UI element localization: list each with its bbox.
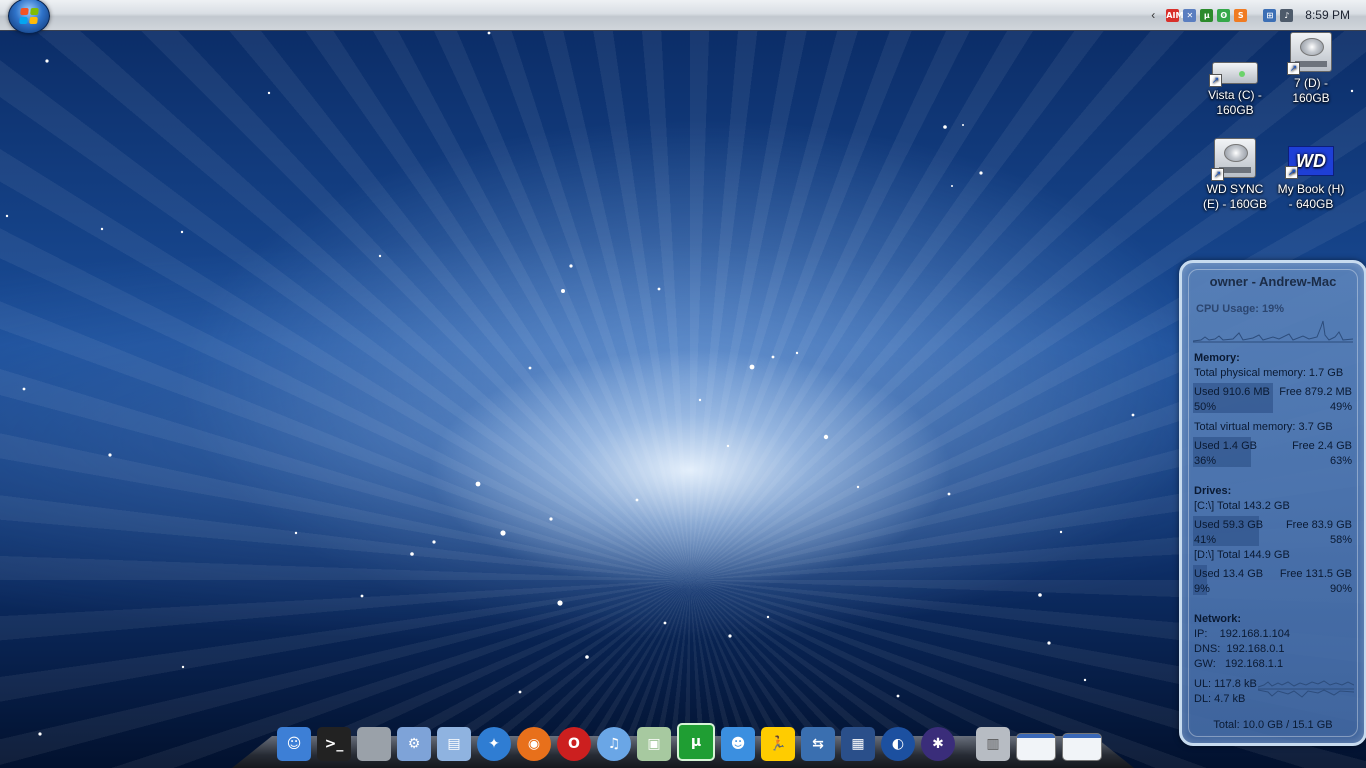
preferences-icon[interactable]: ⚙ <box>397 727 431 761</box>
cpu-usage-label: CPU Usage: 19% <box>1196 303 1285 315</box>
cpu-graph <box>1193 320 1353 343</box>
drive-c-total: [C:\] Total 143.2 GB <box>1194 500 1290 512</box>
desktop-icon-my-book-h[interactable]: WD ↗ My Book (H) - 640GB <box>1275 138 1347 212</box>
clock[interactable]: 8:59 PM <box>1305 8 1350 22</box>
image-viewer-icon[interactable]: ▦ <box>841 727 875 761</box>
physical-used-percent: 50% <box>1194 401 1217 413</box>
folder-icon[interactable]: ▤ <box>437 727 471 761</box>
network-icon[interactable]: ⊞ <box>1263 8 1277 22</box>
drive-d-total: [D:\] Total 144.9 GB <box>1194 549 1290 561</box>
finder-icon[interactable]: ☺ <box>277 727 311 761</box>
ipod-icon[interactable]: ▣ <box>637 727 671 761</box>
virtual-used-percent: 36% <box>1194 455 1217 467</box>
green-app-icon[interactable]: ʘ <box>1217 8 1231 22</box>
network-dns: DNS: 192.168.0.1 <box>1194 643 1285 655</box>
google-earth-icon[interactable]: ◐ <box>881 727 915 761</box>
drive-d-free: Free 131.5 GB <box>1279 568 1352 580</box>
drive-d-free-percent: 90% <box>1329 583 1352 595</box>
start-button[interactable] <box>8 0 50 34</box>
window-thumb-1-icon[interactable] <box>1016 733 1056 761</box>
dock: ☺ >_ ⚙ ▤ ✦ ◉ O ♫ ▣ µ ☻ 🏃 ⇆ ▦ ◐ ✱ ▥ <box>232 718 1134 768</box>
desktop-icon-label: 7 (D) - 160GB <box>1292 76 1330 105</box>
itunes-icon[interactable]: ♫ <box>597 727 631 761</box>
terminal-icon[interactable]: >_ <box>317 727 351 761</box>
desktop-icon-vista-c[interactable]: ↗ Vista (C) - 160GB <box>1199 46 1271 118</box>
total-physical-memory: Total physical memory: 1.7 GB <box>1194 367 1344 379</box>
trash-icon[interactable]: ▥ <box>976 727 1010 761</box>
bittorrent-icon[interactable]: µ <box>1200 8 1214 22</box>
network-gateway: GW: 192.168.1.1 <box>1194 658 1284 670</box>
desktop-icon-label: WD SYNC (E) - 160GB <box>1202 182 1268 211</box>
messenger-icon[interactable]: ☻ <box>721 727 755 761</box>
taskbar: ‹ AIM ✕ µ ʘ S ⊞ ♪ 8:59 PM <box>0 0 1366 34</box>
hard-drive-icon: ↗ <box>1287 32 1332 75</box>
drive-c-free: Free 83.9 GB <box>1285 519 1352 531</box>
dock-icons: ☺ >_ ⚙ ▤ ✦ ◉ O ♫ ▣ µ ☻ 🏃 ⇆ ▦ ◐ ✱ ▥ <box>274 721 1105 761</box>
network-download: DL: 4.7 kB <box>1194 693 1246 705</box>
firefox-icon[interactable]: ◉ <box>517 727 551 761</box>
orange-app-icon[interactable]: S <box>1234 8 1248 22</box>
hard-drive-icon: ↗ <box>1209 62 1258 87</box>
utorrent-icon[interactable]: µ <box>677 723 715 761</box>
show-hidden-icons-chevron-icon[interactable]: ‹ <box>1146 8 1160 22</box>
system-monitor-gadget[interactable]: owner - Andrew-Mac CPU Usage: 19% Memory… <box>1179 260 1366 746</box>
desktop-icon-label: Vista (C) - 160GB <box>1208 88 1262 117</box>
gimp-icon[interactable]: ✱ <box>921 727 955 761</box>
opera-icon[interactable]: O <box>557 727 591 761</box>
virtual-free: Free 2.4 GB <box>1292 440 1352 452</box>
hard-drive-icon: ↗ <box>1211 138 1256 181</box>
gadget-total: Total: 10.0 GB / 15.1 GB <box>1213 719 1333 731</box>
aim-icon[interactable]: AIM <box>1166 8 1183 22</box>
wallpaper-rays <box>0 0 1366 768</box>
windows-flag-icon <box>19 8 39 24</box>
drive-d-used: Used 13.4 GB <box>1194 568 1264 580</box>
desktop-icon-label: My Book (H) - 640GB <box>1277 182 1345 211</box>
physical-free-percent: 49% <box>1329 401 1352 413</box>
wallpaper-stars <box>5 31 1354 736</box>
window-thumb-2-icon[interactable] <box>1062 733 1102 761</box>
desktop-icon-wd-sync-e[interactable]: ↗ WD SYNC (E) - 160GB <box>1199 138 1271 212</box>
volume-icon[interactable]: ♪ <box>1280 8 1294 22</box>
network-graph <box>1258 680 1354 698</box>
apple-icon[interactable] <box>357 727 391 761</box>
gadget-title: owner - Andrew-Mac <box>1209 274 1337 289</box>
network-upload: UL: 117.8 kB <box>1194 678 1257 690</box>
virtual-free-percent: 63% <box>1329 455 1352 467</box>
wd-logo-icon: WD ↗ <box>1285 146 1334 179</box>
drives-heading: Drives: <box>1194 485 1232 497</box>
physical-free: Free 879.2 MB <box>1279 386 1352 398</box>
network-heading: Network: <box>1194 613 1242 625</box>
memory-heading: Memory: <box>1194 352 1240 364</box>
total-virtual-memory: Total virtual memory: 3.7 GB <box>1194 421 1333 433</box>
drive-c-used: Used 59.3 GB <box>1194 519 1264 531</box>
safari-icon[interactable]: ✦ <box>477 727 511 761</box>
drive-c-free-percent: 58% <box>1329 534 1352 546</box>
drive-c-used-percent: 41% <box>1194 534 1217 546</box>
system-tray: ‹ AIM ✕ µ ʘ S ⊞ ♪ 8:59 PM <box>1146 0 1366 30</box>
aim-dock-icon[interactable]: 🏃 <box>761 727 795 761</box>
desktop-icon-7-d[interactable]: ↗ 7 (D) - 160GB <box>1275 32 1347 106</box>
drive-d-used-percent: 9% <box>1194 583 1210 595</box>
physical-used: Used 910.6 MB <box>1194 386 1270 398</box>
network-ip: IP: 192.168.1.104 <box>1194 628 1291 640</box>
network-share-icon[interactable]: ⇆ <box>801 727 835 761</box>
virtual-used: Used 1.4 GB <box>1194 440 1257 452</box>
network-warning-icon[interactable]: ✕ <box>1183 8 1197 22</box>
